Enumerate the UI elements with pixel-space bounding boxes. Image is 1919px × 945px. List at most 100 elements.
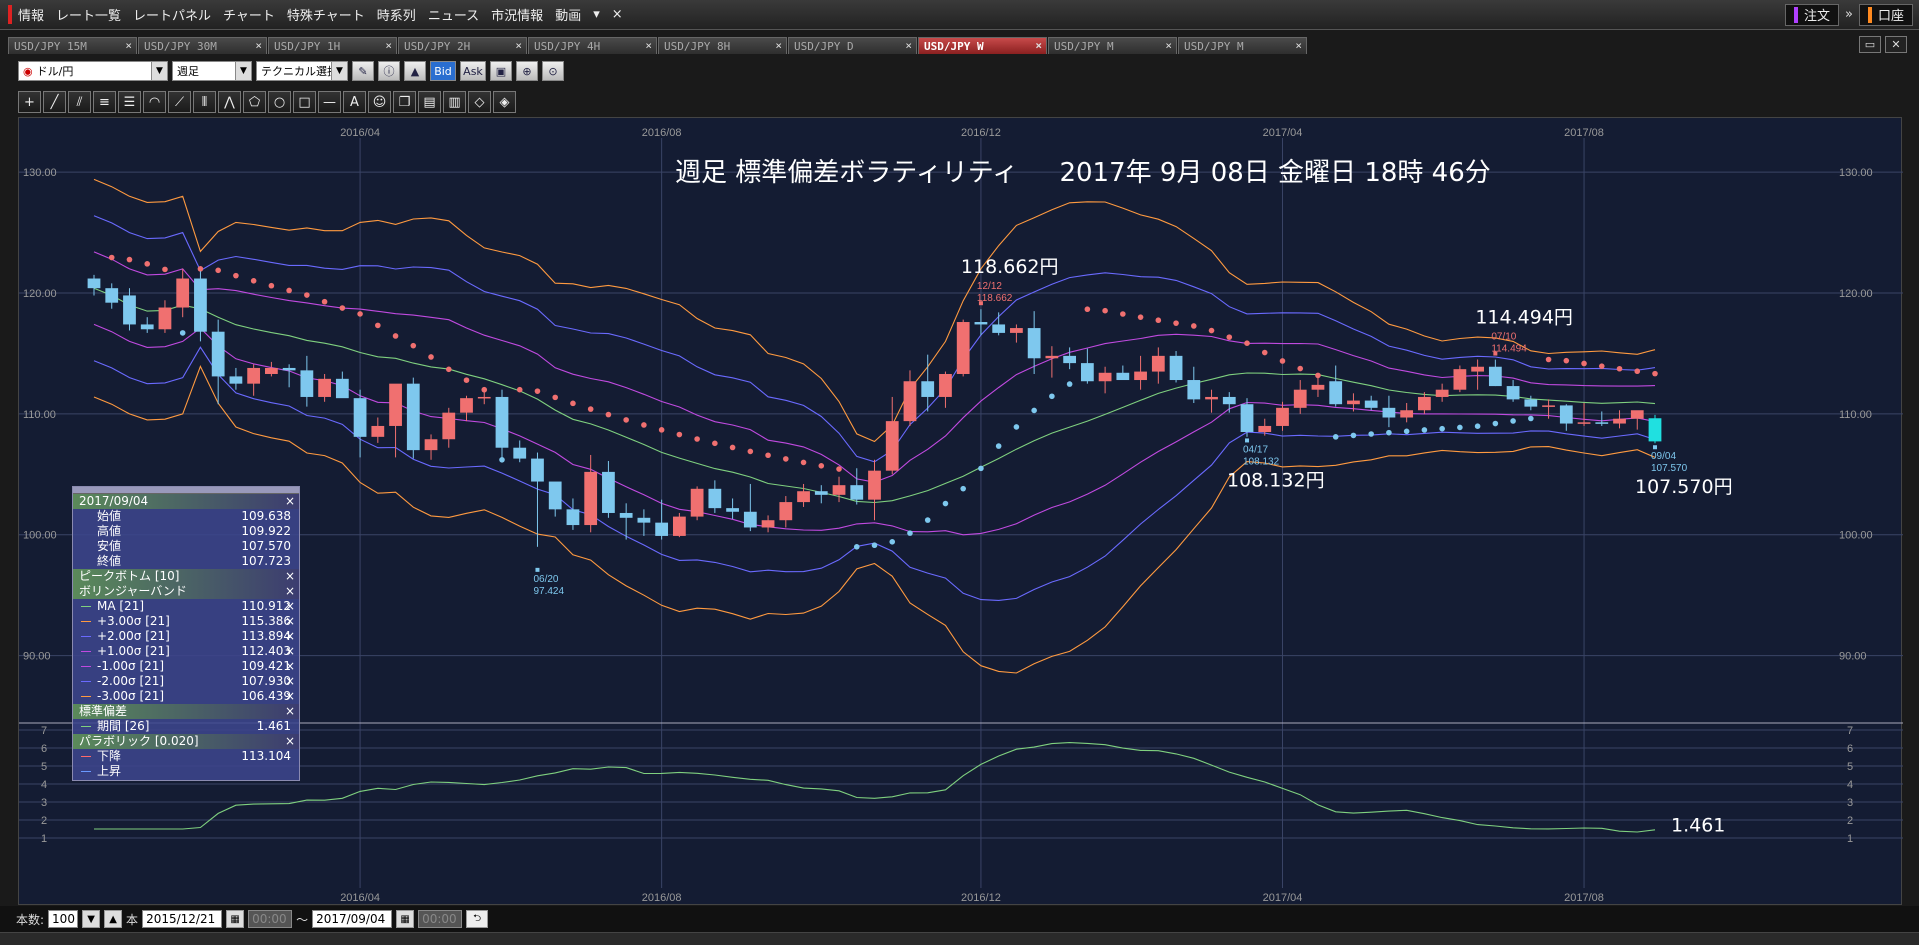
menu-close[interactable]: × [606, 7, 629, 22]
from-date-input[interactable]: 2015/12/21 [142, 910, 223, 928]
tab-9[interactable]: USD/JPY M × [1178, 37, 1307, 54]
count-up-icon[interactable]: ▲ [104, 910, 123, 928]
copy-icon[interactable]: ❐ [393, 91, 416, 113]
refresh-icon[interactable]: ⮌ [466, 910, 489, 928]
menu-more-dropdown[interactable]: ▾ [587, 7, 606, 22]
paste-icon[interactable]: ▤ [418, 91, 441, 113]
screen-icon[interactable]: ▣ [490, 61, 512, 81]
vlines-icon[interactable]: ⦀ [193, 91, 216, 113]
info-icon[interactable]: ⓘ [378, 61, 400, 81]
tab-5[interactable]: USD/JPY 8H × [658, 37, 787, 54]
chart-area[interactable]: 2016/04 2016/04 2016/08 2016/08 2016/12 2016/… [18, 117, 1903, 906]
candle-body [1364, 400, 1378, 408]
text-icon[interactable]: A [343, 91, 366, 113]
close-icon[interactable]: × [285, 644, 295, 659]
tab-close-icon[interactable]: × [125, 39, 132, 52]
tab-close-icon[interactable]: × [1295, 39, 1302, 52]
close-icon[interactable]: × [285, 689, 295, 704]
tab-close-icon[interactable]: × [775, 39, 782, 52]
tab-3[interactable]: USD/JPY 2H × [398, 37, 527, 54]
fib-icon[interactable]: ☰ [118, 91, 141, 113]
tab-4[interactable]: USD/JPY 4H × [528, 37, 657, 54]
menu-news[interactable]: ニュース [422, 5, 485, 24]
close-icon[interactable]: × [285, 599, 295, 614]
pentagon-icon[interactable]: ⬠ [243, 91, 266, 113]
tab-8[interactable]: USD/JPY M × [1048, 37, 1177, 54]
count-down-icon[interactable]: ▼ [82, 910, 101, 928]
close-icon[interactable]: × [285, 704, 295, 719]
hline-icon[interactable]: — [318, 91, 341, 113]
tab-close-icon[interactable]: × [255, 39, 262, 52]
restore-icon[interactable]: ▭ [1859, 36, 1881, 53]
calendar-icon[interactable]: ▦ [226, 910, 245, 928]
tab-close-icon[interactable]: × [515, 39, 522, 52]
menu-rate-panel[interactable]: レートパネル [127, 5, 217, 24]
tab-0[interactable]: USD/JPY 15M × [8, 37, 137, 54]
arc-icon[interactable]: ◠ [143, 91, 166, 113]
to-time-input[interactable]: 00:00 [418, 910, 463, 928]
close-icon[interactable]: × [285, 659, 295, 674]
eraser-icon[interactable]: ◇ [468, 91, 491, 113]
close-icon[interactable]: × [285, 584, 295, 599]
fan-icon[interactable]: ⟋ [168, 91, 191, 113]
menu-rate-list[interactable]: レート一覧 [50, 5, 127, 24]
ask-button[interactable]: Ask [460, 61, 486, 81]
tab-close-icon[interactable]: × [1035, 39, 1042, 52]
close-window-icon[interactable]: ✕ [1885, 36, 1907, 53]
menu-video[interactable]: 動画 [549, 5, 587, 24]
close-icon[interactable]: × [285, 629, 295, 644]
data-window[interactable]: 2017/09/04 × 始値 109.638 高値 109.922 安値 107.570 終… [72, 486, 300, 781]
menu-info[interactable]: 情報 [8, 5, 50, 24]
sar-dot-up [1368, 431, 1374, 437]
eraser-all-icon[interactable]: ◈ [493, 91, 516, 113]
expand-icon[interactable]: » [1845, 7, 1853, 22]
chevron-down-icon[interactable]: ▼ [331, 62, 347, 80]
tab-close-icon[interactable]: × [1165, 39, 1172, 52]
circle-icon[interactable]: ○ [268, 91, 291, 113]
zoom-reset-icon[interactable]: ⊙ [542, 61, 564, 81]
currency-pair-select[interactable]: ◉ ドル/円 ▼ [18, 61, 168, 81]
tab-2[interactable]: USD/JPY 1H × [268, 37, 397, 54]
menu-special-chart[interactable]: 特殊チャート [281, 5, 371, 24]
menu-chart[interactable]: チャート [217, 5, 281, 24]
period-select[interactable]: 週足 ▼ [172, 61, 252, 81]
close-icon[interactable]: × [285, 734, 295, 749]
technical-select[interactable]: テクニカル選択 ▼ [256, 61, 348, 81]
tab-close-icon[interactable]: × [905, 39, 912, 52]
to-date-input[interactable]: 2017/09/04 [312, 910, 393, 928]
emoji-icon[interactable]: ☺ [368, 91, 391, 113]
menu-market-info[interactable]: 市況情報 [485, 5, 549, 24]
tab-7[interactable]: USD/JPY W × [918, 37, 1047, 54]
chevron-down-icon[interactable]: ▼ [151, 62, 167, 80]
trendline-icon[interactable]: ╱ [43, 91, 66, 113]
legend-grip[interactable] [73, 487, 299, 494]
close-icon[interactable]: × [285, 614, 295, 629]
tab-1[interactable]: USD/JPY 30M × [138, 37, 267, 54]
chevron-down-icon[interactable]: ▼ [235, 62, 251, 80]
close-icon[interactable]: × [285, 494, 295, 509]
from-time-input[interactable]: 00:00 [248, 910, 293, 928]
calendar-icon[interactable]: ▦ [396, 910, 415, 928]
delete-icon[interactable]: ▥ [443, 91, 466, 113]
menu-time-series[interactable]: 時系列 [371, 5, 422, 24]
pitchfork-icon[interactable]: ⋀ [218, 91, 241, 113]
tab-6[interactable]: USD/JPY D × [788, 37, 917, 54]
candle-body [1435, 389, 1449, 397]
sar-dot-down [1634, 368, 1641, 375]
tab-close-icon[interactable]: × [385, 39, 392, 52]
tab-close-icon[interactable]: × [645, 39, 652, 52]
rectangle-icon[interactable]: □ [293, 91, 316, 113]
pen-icon[interactable]: ✎ [352, 61, 374, 81]
count-input[interactable]: 100 [48, 910, 79, 928]
channel-icon[interactable]: ⫽ [68, 91, 91, 113]
close-icon[interactable]: × [285, 674, 295, 689]
order-button[interactable]: 注文 [1785, 3, 1840, 26]
close-icon[interactable]: × [285, 569, 295, 584]
crosshair-icon[interactable]: + [18, 91, 41, 113]
account-button[interactable]: 口座 [1858, 3, 1913, 26]
chart-svg[interactable]: 2016/04 2016/04 2016/08 2016/08 2016/12 2016/… [19, 118, 1903, 906]
zoom-in-icon[interactable]: ⊕ [516, 61, 538, 81]
hlines-icon[interactable]: ≡ [93, 91, 116, 113]
bid-button[interactable]: Bid [430, 61, 456, 81]
area-chart-icon[interactable]: ▲ [404, 61, 426, 81]
